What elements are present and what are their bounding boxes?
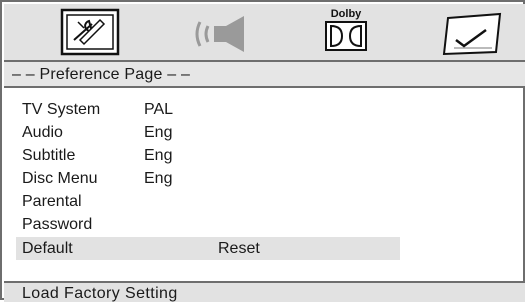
menu-item-value: Eng [144, 124, 173, 141]
tv-tools-icon[interactable] [60, 8, 120, 56]
dolby-label: Dolby [331, 8, 362, 20]
menu-item-audio[interactable]: Audio Eng [2, 121, 525, 144]
menu-item-label: Password [22, 216, 93, 233]
menu-item-password[interactable]: Password [2, 213, 525, 236]
menu-item-value: Eng [144, 170, 173, 187]
menu-item-subtitle[interactable]: Subtitle Eng [2, 144, 525, 167]
dolby-icon[interactable]: Dolby [322, 6, 370, 56]
page-title: – – Preference Page – – [4, 62, 525, 88]
setup-tab-bar: Dolby [4, 4, 525, 62]
menu-item-tv-system[interactable]: TV System PAL [2, 98, 525, 121]
selection-highlight [16, 237, 400, 260]
checkmark-box-icon[interactable] [442, 12, 504, 56]
menu-item-parental[interactable]: Parental [2, 190, 525, 213]
menu-item-label: Parental [22, 193, 82, 210]
menu-item-label: Subtitle [22, 147, 76, 164]
menu-item-disc-menu[interactable]: Disc Menu Eng [2, 167, 525, 190]
menu-item-label: Disc Menu [22, 170, 98, 187]
reset-option[interactable]: Reset [218, 237, 260, 260]
menu-item-value: Eng [144, 147, 173, 164]
menu-item-value: PAL [144, 101, 174, 118]
menu-item-label: Default [22, 240, 73, 257]
menu-item-default[interactable]: Default Reset [2, 237, 525, 260]
menu-item-label: Audio [22, 124, 63, 141]
status-bar: Load Factory Setting [4, 281, 525, 302]
setup-menu-window: Dolby – – Preference Page – – TV System … [0, 0, 525, 302]
menu-item-label: TV System [22, 101, 101, 118]
speaker-icon[interactable] [190, 14, 262, 54]
